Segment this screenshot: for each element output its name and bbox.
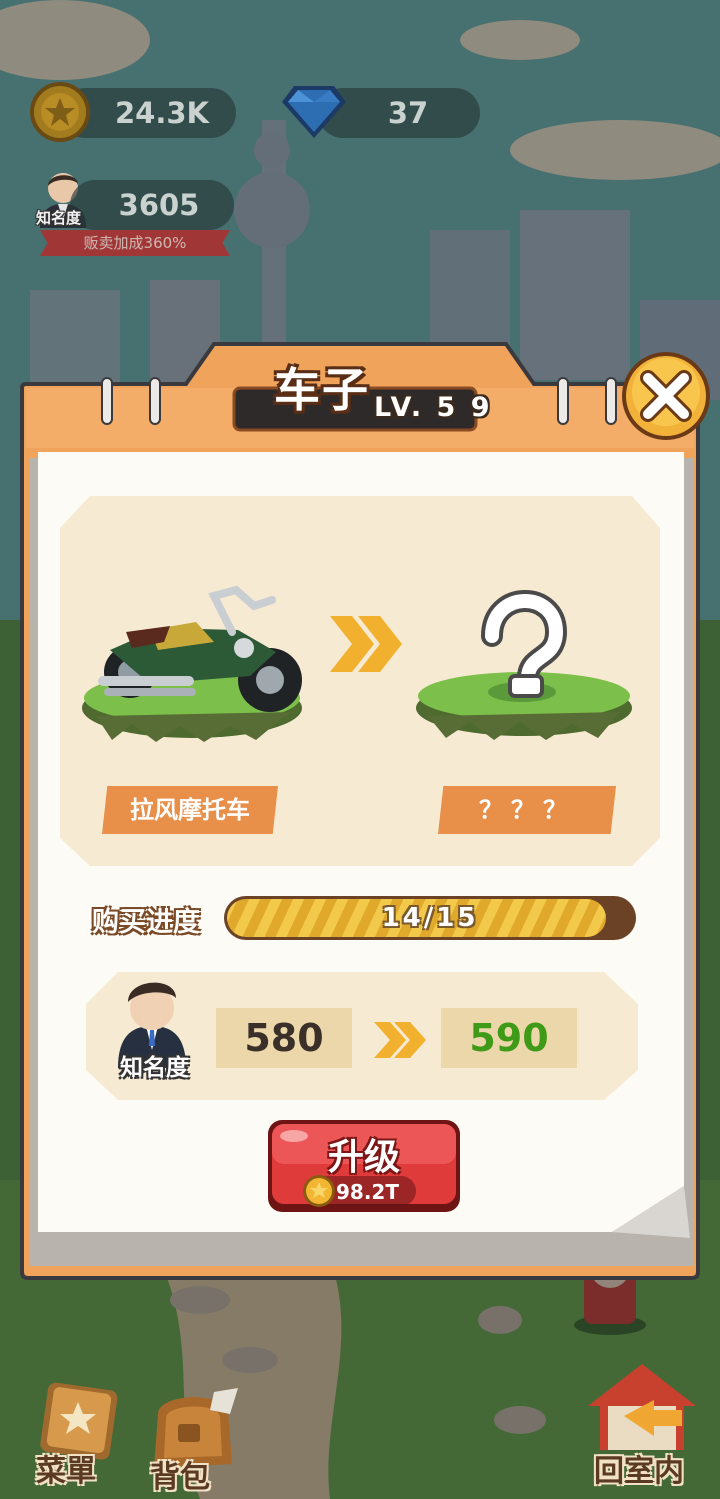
upgrade-cost: 98.2T (336, 1180, 399, 1204)
fame-next-value: 590 (441, 1008, 577, 1068)
coin-icon (303, 1175, 335, 1207)
fame-current-value: 580 (216, 1008, 352, 1068)
item-level: LV. 5 9 (374, 392, 493, 423)
purchase-progress-text: 14/15 (381, 903, 479, 933)
upgrade-button[interactable]: 升级 98.2T (266, 1118, 462, 1214)
dialog-frame (20, 342, 700, 1280)
dialog-title: 车子 (274, 363, 370, 417)
purchase-progress-bar: 14/15 (224, 896, 636, 940)
purchase-progress-label: 购买进度 (92, 907, 200, 938)
car-upgrade-dialog: 车子 LV. 5 9 拉风摩托车 ？？？ 购买进度 14/15 知名度 580 … (0, 0, 720, 1499)
close-button[interactable] (620, 350, 712, 442)
upgrade-label: 升级 (327, 1137, 400, 1178)
fame-label: 知名度 (120, 1055, 189, 1081)
next-item-name: ？？？ (438, 786, 616, 834)
current-item-name: 拉风摩托车 (102, 786, 278, 834)
